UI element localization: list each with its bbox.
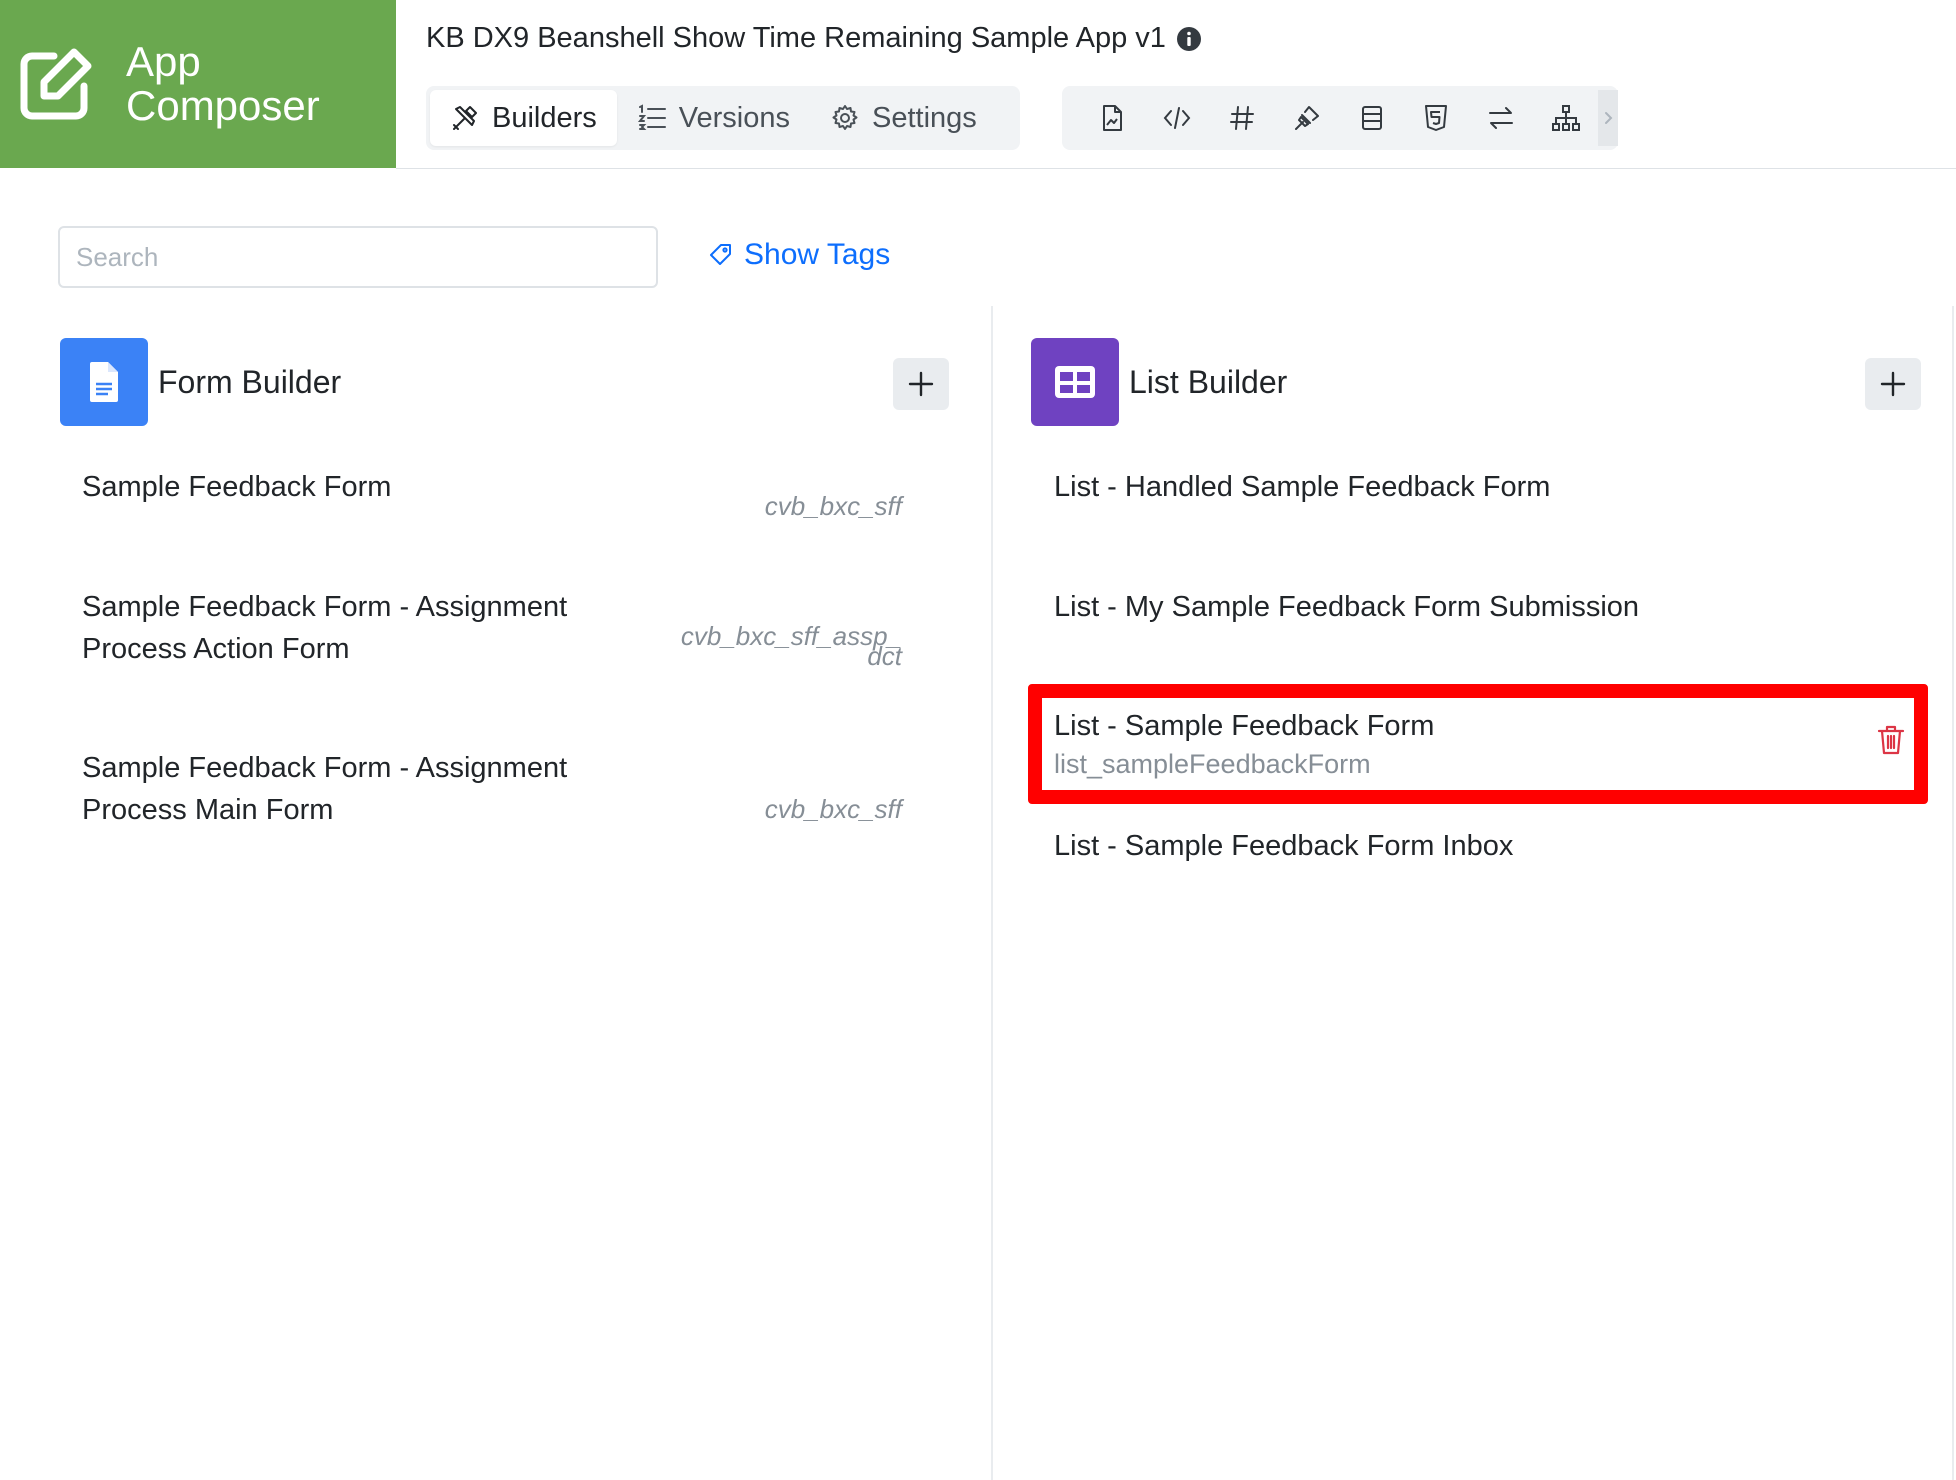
plus-icon bbox=[908, 371, 934, 397]
add-list-button[interactable] bbox=[1865, 358, 1921, 410]
list-builder-icon-box bbox=[1031, 338, 1119, 426]
form-builder-title: Form Builder bbox=[158, 363, 342, 400]
tab-builders-label: Builders bbox=[492, 101, 597, 134]
tab-settings[interactable]: Settings bbox=[810, 90, 997, 146]
plugin-icon bbox=[1294, 106, 1319, 130]
swap-icon bbox=[1489, 107, 1514, 129]
form-builder-header: Form Builder bbox=[60, 338, 341, 426]
column-divider bbox=[991, 306, 993, 1480]
form-builder-icon-box bbox=[60, 338, 148, 426]
list-ordered-icon bbox=[637, 104, 666, 130]
logo-line2: Composer bbox=[126, 82, 320, 129]
add-form-button[interactable] bbox=[893, 358, 949, 410]
document-icon bbox=[90, 362, 118, 402]
page-icon bbox=[1103, 105, 1123, 131]
form-item-assignment-action[interactable]: Sample Feedback Form - Assignment Proces… bbox=[82, 586, 902, 682]
trash-icon[interactable] bbox=[1876, 724, 1906, 756]
search-input[interactable] bbox=[58, 226, 658, 288]
page-tool[interactable] bbox=[1080, 90, 1145, 146]
app-composer-logo[interactable]: App Composer bbox=[0, 0, 396, 168]
tag-icon bbox=[710, 244, 731, 265]
logo-line1: App bbox=[126, 38, 201, 85]
form-item-sample-feedback[interactable]: Sample Feedback Form cvb_bxc_sff bbox=[82, 466, 902, 546]
swap-tool[interactable] bbox=[1469, 90, 1534, 146]
tab-versions-label: Versions bbox=[678, 101, 791, 134]
list-item-label: List - Sample Feedback Form Inbox bbox=[1054, 830, 1514, 862]
sitemap-tool[interactable] bbox=[1534, 90, 1599, 146]
app-title: KB DX9 Beanshell Show Time Remaining Sam… bbox=[426, 22, 1202, 55]
list-item-label: List - Handled Sample Feedback Form bbox=[1054, 471, 1551, 503]
builder-toolbar bbox=[1062, 86, 1619, 150]
right-panel-edge bbox=[1952, 306, 1954, 1480]
list-builder-title: List Builder bbox=[1129, 363, 1288, 400]
list-item-label: List - Sample Feedback Form bbox=[1054, 710, 1435, 742]
list-item-sample-feedback[interactable]: List - Sample Feedback Form list_sampleF… bbox=[1054, 705, 1854, 780]
html5-tool[interactable] bbox=[1404, 90, 1469, 146]
list-item-id: list_sampleFeedbackForm bbox=[1054, 749, 1371, 779]
form-item-label-line1: Sample Feedback Form - Assignment bbox=[82, 752, 568, 784]
gear-icon bbox=[832, 105, 858, 130]
html5-icon bbox=[1425, 105, 1448, 131]
show-tags-link[interactable]: Show Tags bbox=[708, 238, 890, 272]
tab-versions[interactable]: Versions bbox=[617, 90, 810, 146]
hash-icon bbox=[1229, 106, 1254, 130]
tab-builders[interactable]: Builders bbox=[430, 90, 617, 146]
form-item-id: cvb_bxc_sff bbox=[764, 794, 902, 824]
edit-square-icon bbox=[20, 48, 92, 120]
logo-text: App Composer bbox=[126, 40, 320, 128]
list-builder-header: List Builder bbox=[1031, 338, 1287, 426]
list-item-inbox[interactable]: List - Sample Feedback Form Inbox bbox=[1054, 825, 1894, 867]
plus-icon bbox=[1880, 371, 1906, 397]
info-icon[interactable] bbox=[1176, 26, 1202, 52]
show-tags-label: Show Tags bbox=[744, 238, 891, 271]
list-item-my-submission[interactable]: List - My Sample Feedback Form Submissio… bbox=[1054, 586, 1894, 628]
form-item-id-line2: dct bbox=[867, 641, 902, 671]
hash-tool[interactable] bbox=[1210, 90, 1275, 146]
sitemap-icon bbox=[1551, 105, 1580, 131]
plugin-tool[interactable] bbox=[1274, 90, 1339, 146]
table-layout-icon bbox=[1361, 106, 1382, 130]
list-item-label: List - My Sample Feedback Form Submissio… bbox=[1054, 591, 1640, 623]
tools-icon bbox=[453, 106, 477, 130]
main-tabs: Builders Versions Settings bbox=[426, 86, 1020, 150]
form-item-assignment-main[interactable]: Sample Feedback Form - Assignment Proces… bbox=[82, 747, 902, 843]
list-item-handled[interactable]: List - Handled Sample Feedback Form bbox=[1054, 466, 1894, 508]
toolbar-scroll-right[interactable] bbox=[1598, 90, 1619, 146]
code-icon bbox=[1163, 107, 1191, 129]
form-item-id: cvb_bxc_sff bbox=[764, 491, 902, 521]
app-title-text: KB DX9 Beanshell Show Time Remaining Sam… bbox=[426, 22, 1166, 54]
table-icon bbox=[1055, 366, 1095, 398]
tab-settings-label: Settings bbox=[872, 101, 977, 134]
table-layout-tool[interactable] bbox=[1339, 90, 1404, 146]
code-tool[interactable] bbox=[1145, 90, 1210, 146]
header-divider bbox=[396, 168, 1956, 169]
chevron-right-icon bbox=[1605, 112, 1613, 124]
